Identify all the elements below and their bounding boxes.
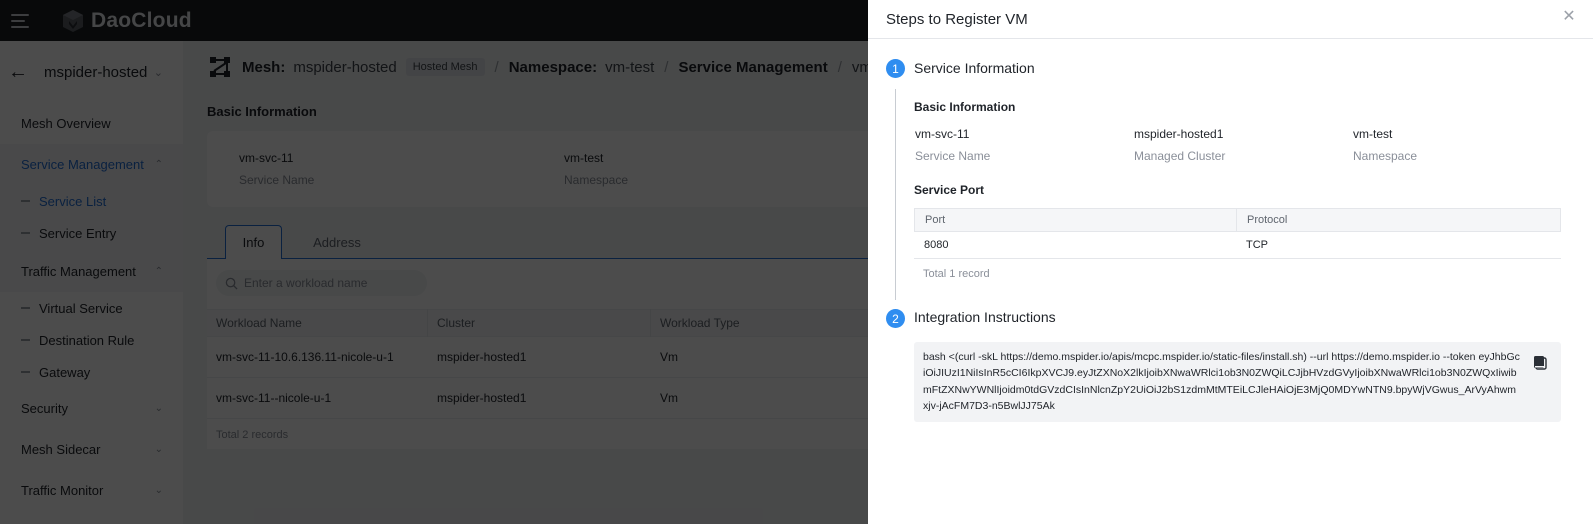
field-label: Managed Cluster bbox=[1134, 149, 1226, 163]
column-header: Port bbox=[915, 209, 1237, 231]
drawer-field-service-name: vm-svc-11 Service Name bbox=[915, 127, 990, 163]
drawer-title: Steps to Register VM bbox=[886, 10, 1028, 28]
step-title: Integration Instructions bbox=[914, 309, 1056, 325]
step-title: Service Information bbox=[914, 60, 1035, 76]
cell-protocol: TCP bbox=[1246, 239, 1268, 251]
drawer-field-managed-cluster: mspider-hosted1 Managed Cluster bbox=[1134, 127, 1225, 163]
table-footer: Total 1 record bbox=[923, 268, 990, 280]
column-header: Protocol bbox=[1247, 214, 1288, 226]
modal-backdrop[interactable] bbox=[0, 0, 868, 524]
field-value: mspider-hosted1 bbox=[1134, 127, 1224, 141]
step-number-badge: 2 bbox=[886, 309, 905, 328]
register-vm-drawer: Steps to Register VM ✕ 1 Service Informa… bbox=[868, 0, 1593, 524]
drawer-basic-info-title: Basic Information bbox=[914, 100, 1016, 114]
table-row: 8080 TCP bbox=[914, 232, 1561, 259]
drawer-header: Steps to Register VM bbox=[868, 0, 1593, 39]
table-header: Port Protocol bbox=[914, 208, 1561, 232]
field-value: vm-svc-11 bbox=[915, 127, 970, 141]
step-number-badge: 1 bbox=[886, 59, 905, 78]
field-label: Service Name bbox=[915, 149, 991, 163]
field-label: Namespace bbox=[1353, 149, 1418, 163]
cell-port: 8080 bbox=[924, 239, 949, 251]
drawer-field-namespace: vm-test Namespace bbox=[1353, 127, 1417, 163]
copy-icon[interactable] bbox=[1533, 355, 1547, 370]
step-connector bbox=[895, 89, 896, 300]
integration-command-block: bash <(curl -skL https://demo.mspider.io… bbox=[914, 342, 1561, 422]
service-port-table: Port Protocol 8080 TCP Total 1 record bbox=[914, 208, 1561, 280]
service-port-title: Service Port bbox=[914, 183, 985, 197]
close-icon[interactable]: ✕ bbox=[1561, 9, 1577, 25]
integration-command-text[interactable]: bash <(curl -skL https://demo.mspider.io… bbox=[923, 349, 1521, 414]
field-value: vm-test bbox=[1353, 127, 1393, 141]
